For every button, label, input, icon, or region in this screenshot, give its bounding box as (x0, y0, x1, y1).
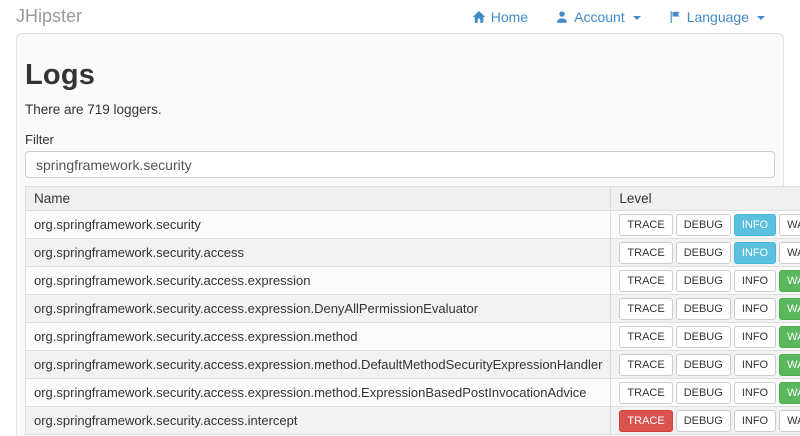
nav-item-language[interactable]: Language (668, 9, 765, 25)
logger-name: org.springframework.security.access.expr… (26, 351, 611, 379)
level-buttons: TRACEDEBUGINFOWARNERROR (619, 298, 800, 320)
level-buttons: TRACEDEBUGINFOWARNERROR (619, 354, 800, 376)
level-button-trace[interactable]: TRACE (619, 242, 672, 264)
table-header-row: Name Level (26, 187, 800, 211)
chevron-down-icon (633, 16, 641, 20)
user-icon (555, 10, 569, 24)
level-button-info[interactable]: INFO (734, 214, 776, 236)
table-row: org.springframework.security.access.expr… (26, 351, 800, 379)
level-button-trace[interactable]: TRACE (619, 214, 672, 236)
level-button-info[interactable]: INFO (734, 354, 776, 376)
level-button-debug[interactable]: DEBUG (676, 298, 731, 320)
level-button-trace[interactable]: TRACE (619, 410, 672, 432)
level-button-debug[interactable]: DEBUG (676, 326, 731, 348)
navbar-menu: Home Account Language (472, 9, 765, 25)
filter-input[interactable] (25, 151, 775, 178)
brand-jhipster[interactable]: JHipster (16, 0, 82, 33)
nav-item-label: Language (687, 9, 749, 25)
level-buttons: TRACEDEBUGINFOWARNERROR (619, 410, 800, 432)
level-button-warn[interactable]: WARN (779, 270, 800, 292)
level-button-info[interactable]: INFO (734, 382, 776, 404)
level-button-warn[interactable]: WARN (779, 214, 800, 236)
column-header-level: Level (611, 187, 800, 211)
level-button-debug[interactable]: DEBUG (676, 242, 731, 264)
level-buttons: TRACEDEBUGINFOWARNERROR (619, 242, 800, 264)
navbar: JHipster Home Account Language (0, 0, 800, 33)
level-button-info[interactable]: INFO (734, 270, 776, 292)
level-button-warn[interactable]: WARN (779, 410, 800, 432)
logger-name: org.springframework.security (26, 211, 611, 239)
logger-name: org.springframework.security.access.expr… (26, 295, 611, 323)
level-buttons: TRACEDEBUGINFOWARNERROR (619, 382, 800, 404)
table-row: org.springframework.security.access TRAC… (26, 239, 800, 267)
chevron-down-icon (757, 16, 765, 20)
level-button-trace[interactable]: TRACE (619, 354, 672, 376)
table-row: org.springframework.security.access.expr… (26, 379, 800, 407)
logs-table: Name Level org.springframework.security … (25, 186, 800, 436)
level-button-trace[interactable]: TRACE (619, 382, 672, 404)
page-title: Logs (25, 59, 775, 92)
nav-item-home[interactable]: Home (472, 9, 528, 25)
nav-item-label: Account (574, 9, 625, 25)
logger-name: org.springframework.security.access.expr… (26, 379, 611, 407)
level-buttons: TRACEDEBUGINFOWARNERROR (619, 326, 800, 348)
level-button-debug[interactable]: DEBUG (676, 354, 731, 376)
table-row: org.springframework.security.access.expr… (26, 323, 800, 351)
level-buttons: TRACEDEBUGINFOWARNERROR (619, 214, 800, 236)
table-row: org.springframework.security TRACEDEBUGI… (26, 211, 800, 239)
level-button-info[interactable]: INFO (734, 298, 776, 320)
table-row: org.springframework.security.access.expr… (26, 295, 800, 323)
logger-name: org.springframework.security.access (26, 239, 611, 267)
level-button-trace[interactable]: TRACE (619, 326, 672, 348)
column-header-name: Name (26, 187, 611, 211)
home-icon (472, 10, 486, 24)
level-button-info[interactable]: INFO (734, 242, 776, 264)
logs-table-body: org.springframework.security TRACEDEBUGI… (26, 211, 800, 436)
nav-item-label: Home (491, 9, 528, 25)
level-button-warn[interactable]: WARN (779, 242, 800, 264)
filter-label: Filter (25, 132, 775, 147)
level-button-warn[interactable]: WARN (779, 298, 800, 320)
table-row: org.springframework.security.access.inte… (26, 407, 800, 435)
table-row: org.springframework.security.access.expr… (26, 267, 800, 295)
level-buttons: TRACEDEBUGINFOWARNERROR (619, 270, 800, 292)
logger-name: org.springframework.security.access.inte… (26, 407, 611, 435)
logger-name: org.springframework.security.access.expr… (26, 267, 611, 295)
logger-name: org.springframework.security.access.expr… (26, 323, 611, 351)
level-button-debug[interactable]: DEBUG (676, 270, 731, 292)
level-button-info[interactable]: INFO (734, 326, 776, 348)
level-button-warn[interactable]: WARN (779, 354, 800, 376)
level-button-warn[interactable]: WARN (779, 382, 800, 404)
level-button-debug[interactable]: DEBUG (676, 382, 731, 404)
nav-item-account[interactable]: Account (555, 9, 641, 25)
main-panel: Logs There are 719 loggers. Filter Name … (16, 33, 784, 436)
level-button-debug[interactable]: DEBUG (676, 214, 731, 236)
level-button-trace[interactable]: TRACE (619, 270, 672, 292)
level-button-info[interactable]: INFO (734, 410, 776, 432)
level-button-warn[interactable]: WARN (779, 326, 800, 348)
level-button-debug[interactable]: DEBUG (676, 410, 731, 432)
level-button-trace[interactable]: TRACE (619, 298, 672, 320)
loggers-count-text: There are 719 loggers. (25, 102, 775, 117)
flag-icon (668, 10, 682, 24)
